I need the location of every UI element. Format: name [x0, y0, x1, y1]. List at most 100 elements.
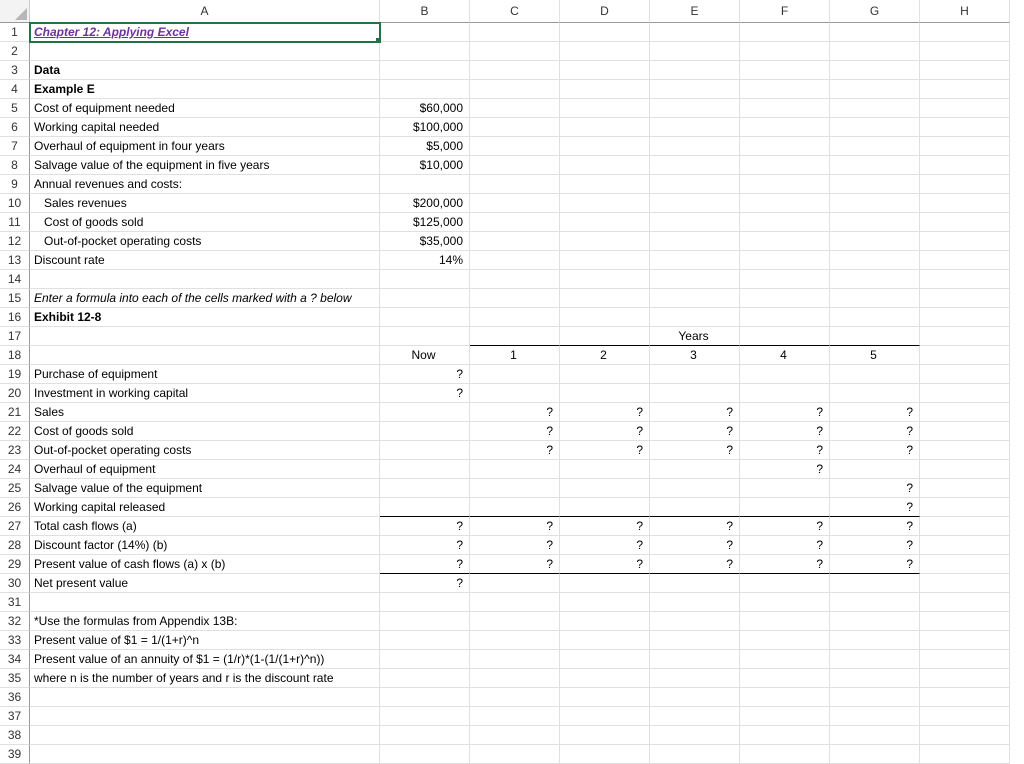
row-header-20[interactable]: 20 — [0, 384, 30, 403]
cell-F3[interactable] — [740, 61, 830, 80]
cell-E6[interactable] — [650, 118, 740, 137]
cell-A6[interactable]: Working capital needed — [30, 118, 380, 137]
cell-E25[interactable] — [650, 479, 740, 498]
cell-G4[interactable] — [830, 80, 920, 99]
cell-F11[interactable] — [740, 213, 830, 232]
cell-F1[interactable] — [740, 23, 830, 42]
cell-A5[interactable]: Cost of equipment needed — [30, 99, 380, 118]
cell-H16[interactable] — [920, 308, 1010, 327]
cell-H8[interactable] — [920, 156, 1010, 175]
row-header-11[interactable]: 11 — [0, 213, 30, 232]
cell-C21[interactable]: ? — [470, 403, 560, 422]
cell-H3[interactable] — [920, 61, 1010, 80]
cell-F2[interactable] — [740, 42, 830, 61]
cell-E22[interactable]: ? — [650, 422, 740, 441]
cell-D34[interactable] — [560, 650, 650, 669]
cell-H28[interactable] — [920, 536, 1010, 555]
cell-B6[interactable]: $100,000 — [380, 118, 470, 137]
cell-B29[interactable]: ? — [380, 555, 470, 574]
cell-G21[interactable]: ? — [830, 403, 920, 422]
cell-B36[interactable] — [380, 688, 470, 707]
cell-C37[interactable] — [470, 707, 560, 726]
cell-F6[interactable] — [740, 118, 830, 137]
cell-H21[interactable] — [920, 403, 1010, 422]
cell-G9[interactable] — [830, 175, 920, 194]
cell-G32[interactable] — [830, 612, 920, 631]
cell-D36[interactable] — [560, 688, 650, 707]
row-header-9[interactable]: 9 — [0, 175, 30, 194]
cell-D8[interactable] — [560, 156, 650, 175]
cell-E27[interactable]: ? — [650, 517, 740, 536]
cell-F9[interactable] — [740, 175, 830, 194]
cell-B32[interactable] — [380, 612, 470, 631]
cell-G20[interactable] — [830, 384, 920, 403]
cell-B19[interactable]: ? — [380, 365, 470, 384]
cell-B31[interactable] — [380, 593, 470, 612]
cell-E39[interactable] — [650, 745, 740, 764]
row-header-12[interactable]: 12 — [0, 232, 30, 251]
cell-C6[interactable] — [470, 118, 560, 137]
cell-A14[interactable] — [30, 270, 380, 289]
row-header-2[interactable]: 2 — [0, 42, 30, 61]
row-header-30[interactable]: 30 — [0, 574, 30, 593]
cell-G23[interactable]: ? — [830, 441, 920, 460]
row-header-10[interactable]: 10 — [0, 194, 30, 213]
cell-F32[interactable] — [740, 612, 830, 631]
cell-C25[interactable] — [470, 479, 560, 498]
cell-D24[interactable] — [560, 460, 650, 479]
cell-G7[interactable] — [830, 137, 920, 156]
cell-A23[interactable]: Out-of-pocket operating costs — [30, 441, 380, 460]
cell-C24[interactable] — [470, 460, 560, 479]
cell-D23[interactable]: ? — [560, 441, 650, 460]
col-header-H[interactable]: H — [920, 0, 1010, 23]
cell-C1[interactable] — [470, 23, 560, 42]
cell-C9[interactable] — [470, 175, 560, 194]
cell-G38[interactable] — [830, 726, 920, 745]
cell-B33[interactable] — [380, 631, 470, 650]
cell-F21[interactable]: ? — [740, 403, 830, 422]
cell-E15[interactable] — [650, 289, 740, 308]
cell-D33[interactable] — [560, 631, 650, 650]
cell-B23[interactable] — [380, 441, 470, 460]
cell-G39[interactable] — [830, 745, 920, 764]
row-header-15[interactable]: 15 — [0, 289, 30, 308]
cell-A34[interactable]: Present value of an annuity of $1 = (1/r… — [30, 650, 380, 669]
cell-A11[interactable]: Cost of goods sold — [30, 213, 380, 232]
cell-H20[interactable] — [920, 384, 1010, 403]
cell-B21[interactable] — [380, 403, 470, 422]
cell-D29[interactable]: ? — [560, 555, 650, 574]
cell-C13[interactable] — [470, 251, 560, 270]
cell-G35[interactable] — [830, 669, 920, 688]
row-header-21[interactable]: 21 — [0, 403, 30, 422]
cell-H15[interactable] — [920, 289, 1010, 308]
cell-H35[interactable] — [920, 669, 1010, 688]
row-header-38[interactable]: 38 — [0, 726, 30, 745]
cell-B7[interactable]: $5,000 — [380, 137, 470, 156]
cell-H13[interactable] — [920, 251, 1010, 270]
cell-F14[interactable] — [740, 270, 830, 289]
cell-E2[interactable] — [650, 42, 740, 61]
cell-F18[interactable]: 4 — [740, 346, 830, 365]
cell-B37[interactable] — [380, 707, 470, 726]
cell-H33[interactable] — [920, 631, 1010, 650]
row-header-3[interactable]: 3 — [0, 61, 30, 80]
cell-D27[interactable]: ? — [560, 517, 650, 536]
cell-H36[interactable] — [920, 688, 1010, 707]
cell-A36[interactable] — [30, 688, 380, 707]
cell-G6[interactable] — [830, 118, 920, 137]
cell-H17[interactable] — [920, 327, 1010, 346]
cell-C29[interactable]: ? — [470, 555, 560, 574]
cell-F25[interactable] — [740, 479, 830, 498]
cell-D28[interactable]: ? — [560, 536, 650, 555]
col-header-D[interactable]: D — [560, 0, 650, 23]
cell-C7[interactable] — [470, 137, 560, 156]
col-header-A[interactable]: A — [30, 0, 380, 23]
cell-A24[interactable]: Overhaul of equipment — [30, 460, 380, 479]
cell-E21[interactable]: ? — [650, 403, 740, 422]
cell-B20[interactable]: ? — [380, 384, 470, 403]
cell-A27[interactable]: Total cash flows (a) — [30, 517, 380, 536]
cell-E35[interactable] — [650, 669, 740, 688]
cell-H19[interactable] — [920, 365, 1010, 384]
cell-H30[interactable] — [920, 574, 1010, 593]
cell-C30[interactable] — [470, 574, 560, 593]
